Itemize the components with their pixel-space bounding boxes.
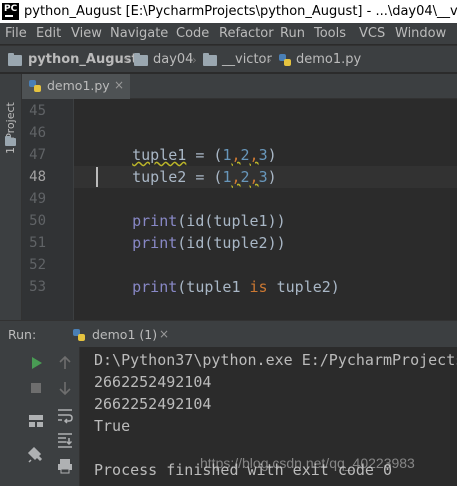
- soft-wrap-icon[interactable]: [54, 404, 76, 426]
- rerun-icon[interactable]: [25, 352, 47, 374]
- console-line: 2662252492104: [94, 373, 212, 391]
- run-tab-label: demo1 (1): [92, 327, 158, 342]
- python-file-icon: [29, 80, 41, 92]
- menu-tools[interactable]: Tools: [314, 23, 346, 44]
- menu-refactor[interactable]: Refactor: [219, 23, 274, 44]
- menu-edit[interactable]: Edit: [36, 23, 61, 44]
- console-line: 2662252492104: [94, 395, 212, 413]
- scroll-to-end-icon[interactable]: [54, 429, 76, 451]
- run-toolbar: [0, 347, 80, 486]
- menu-code[interactable]: Code: [176, 23, 209, 44]
- close-icon[interactable]: ×: [159, 321, 169, 348]
- run-tab-demo1[interactable]: demo1 (1) ×: [60, 321, 178, 348]
- arrow-down-icon[interactable]: [54, 377, 76, 399]
- chevron-right-icon: ›: [192, 53, 197, 67]
- line-number: 47: [29, 147, 46, 163]
- line-number: 46: [29, 125, 46, 141]
- pin-icon[interactable]: [25, 444, 47, 466]
- console-line: D:\Python37\python.exe E:/PycharmProject…: [94, 351, 457, 369]
- python-file-icon: [73, 329, 85, 341]
- pycharm-logo-icon: PC: [2, 3, 19, 20]
- code-line-52: print(tuple1 is tuple2): [132, 278, 340, 296]
- line-number-gutter: 45 46 47 48 49 50 51 52 53: [22, 99, 74, 320]
- editor-tab-bar: demo1.py ×: [22, 74, 457, 102]
- line-number-current: 48: [29, 169, 46, 185]
- folder-icon: [8, 53, 22, 66]
- tab-demo1-py[interactable]: demo1.py ×: [22, 74, 130, 102]
- line-number: 50: [29, 213, 46, 229]
- python-file-icon: [279, 54, 291, 66]
- breadcrumb-file[interactable]: demo1.py: [296, 46, 361, 74]
- breadcrumb-folder-day04[interactable]: day04: [153, 46, 193, 74]
- chevron-right-icon: ›: [124, 53, 129, 67]
- run-panel-header: Run: demo1 (1) ×: [0, 320, 457, 347]
- arrow-up-icon[interactable]: [54, 352, 76, 374]
- run-console[interactable]: D:\Python37\python.exe E:/PycharmProject…: [80, 347, 457, 486]
- tab-label: demo1.py: [47, 78, 110, 93]
- line-number: 49: [29, 191, 46, 207]
- code-editor[interactable]: tuple1 = (1,2,3) tuple2 = (1,2,3) print(…: [74, 99, 457, 320]
- title-bar: PC python_August [E:\PycharmProjects\pyt…: [0, 0, 457, 23]
- folder-icon: [203, 53, 217, 66]
- breadcrumb-project[interactable]: python_August: [28, 46, 138, 74]
- window-title: python_August [E:\PycharmProjects\python…: [24, 4, 457, 19]
- line-number: 45: [29, 103, 46, 119]
- print-icon[interactable]: [54, 455, 76, 477]
- line-number: 51: [29, 235, 46, 251]
- breadcrumb-folder-victor[interactable]: __victor: [222, 46, 272, 74]
- menu-window[interactable]: Window: [395, 23, 446, 44]
- folder-icon: [134, 53, 148, 66]
- menu-bar: File Edit View Navigate Code Refactor Ru…: [0, 23, 457, 44]
- close-icon[interactable]: ×: [114, 74, 124, 97]
- breadcrumb: python_August › day04 › __victor › demo1…: [0, 45, 457, 73]
- menu-navigate[interactable]: Navigate: [110, 23, 168, 44]
- chevron-right-icon: ›: [267, 53, 272, 67]
- console-line: True: [94, 417, 131, 435]
- watermark: https://blog.csdn.net/qq_40223983: [200, 455, 415, 471]
- layout-icon[interactable]: [25, 410, 47, 432]
- menu-run[interactable]: Run: [280, 23, 305, 44]
- line-number: 52: [29, 257, 46, 273]
- folder-icon: [5, 136, 16, 146]
- left-tool-stripe: 1: Project: [0, 74, 22, 320]
- menu-file[interactable]: File: [5, 23, 27, 44]
- run-panel-label: Run:: [8, 327, 37, 342]
- menu-view[interactable]: View: [71, 23, 102, 44]
- menu-vcs[interactable]: VCS: [359, 23, 385, 44]
- stop-icon[interactable]: [25, 377, 47, 399]
- line-number: 53: [29, 279, 46, 295]
